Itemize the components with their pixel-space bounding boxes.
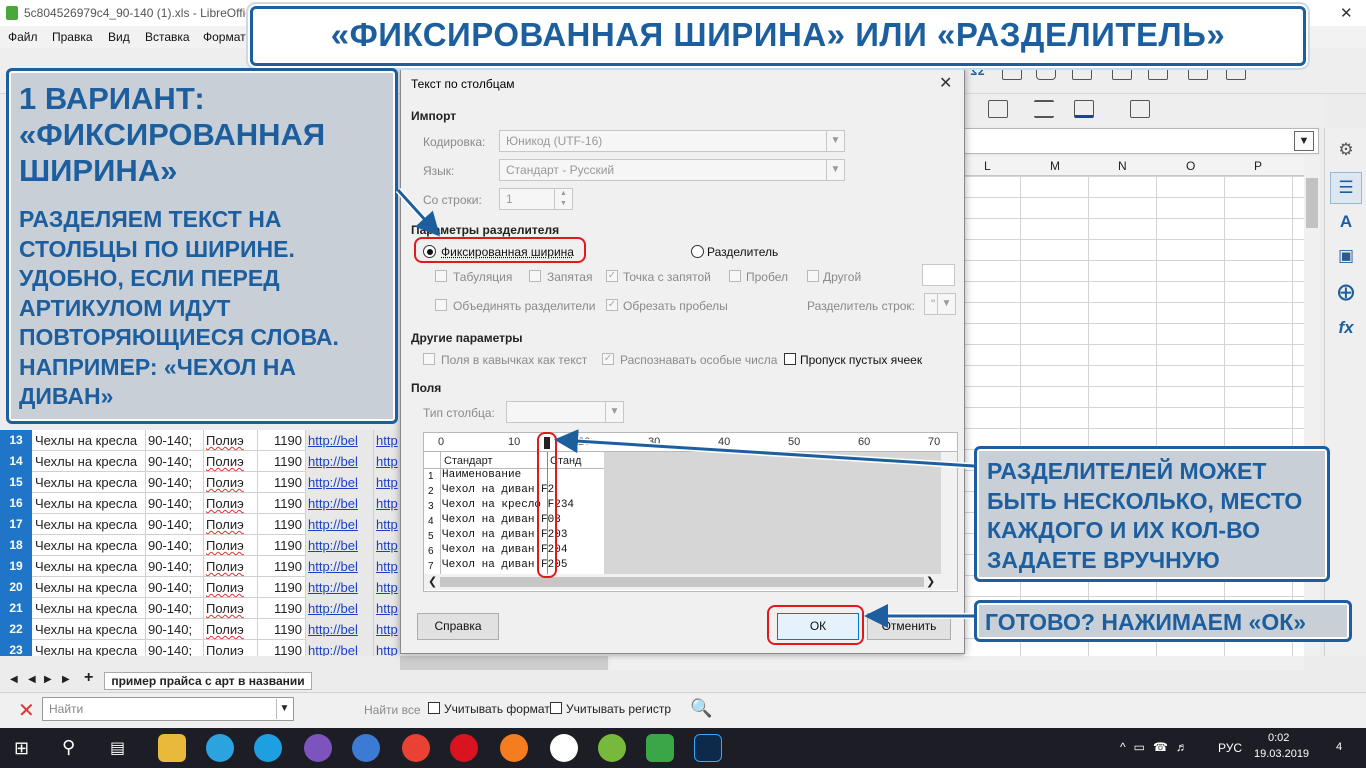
arrow-to-ruler-core bbox=[554, 429, 975, 468]
arrow-to-fixed-width-core bbox=[396, 188, 441, 237]
annotation-arrows bbox=[395, 187, 975, 628]
